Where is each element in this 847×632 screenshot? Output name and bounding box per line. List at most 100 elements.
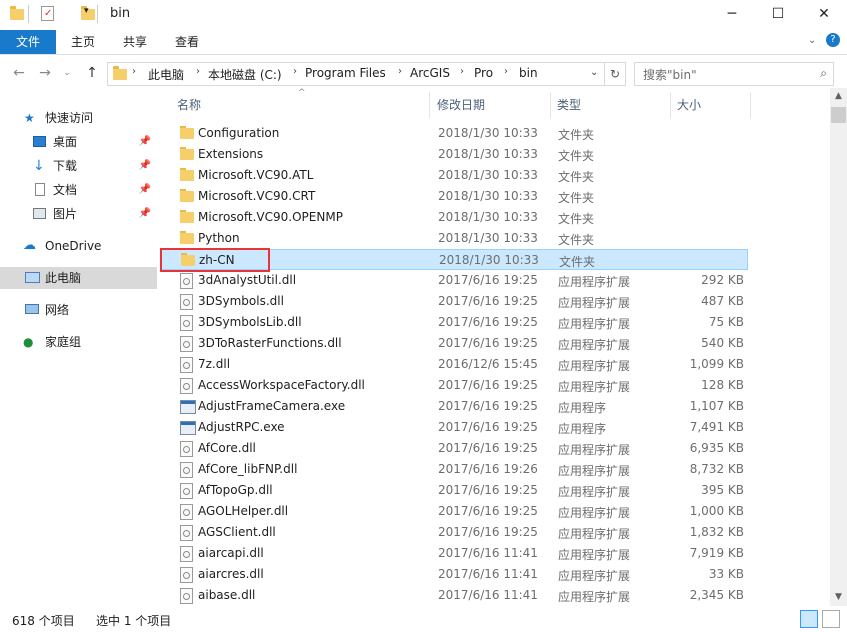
- breadcrumb-pro[interactable]: Pro: [474, 66, 493, 80]
- pin-icon[interactable]: 📌: [139, 155, 151, 177]
- column-name[interactable]: 名称: [177, 96, 201, 113]
- table-row[interactable]: aibase.dll 2017/6/16 11:41 应用程序扩展 2,345 KB: [160, 585, 748, 606]
- file-date: 2017/6/16 19:25: [438, 378, 538, 392]
- refresh-button[interactable]: ↻: [604, 62, 626, 86]
- chevron-right-icon[interactable]: ›: [132, 66, 136, 77]
- file-type: 应用程序扩展: [558, 548, 631, 562]
- maximize-button[interactable]: ☐: [755, 0, 801, 30]
- file-date: 2017/6/16 19:25: [438, 420, 538, 434]
- forward-button[interactable]: →: [35, 63, 55, 83]
- table-row[interactable]: AccessWorkspaceFactory.dll 2017/6/16 19:2…: [160, 375, 748, 396]
- tab-share[interactable]: 共享: [112, 30, 158, 54]
- tab-view[interactable]: 查看: [164, 30, 210, 54]
- table-row[interactable]: 3DSymbolsLib.dll 2017/6/16 19:25 应用程序扩展 75 …: [160, 312, 748, 333]
- table-row[interactable]: AGOLHelper.dll 2017/6/16 19:25 应用程序扩展 1,000…: [160, 501, 748, 522]
- expand-ribbon-icon[interactable]: ⌄: [808, 35, 816, 46]
- breadcrumb-bin[interactable]: bin: [519, 66, 538, 80]
- tab-home[interactable]: 主页: [60, 30, 106, 54]
- table-row[interactable]: AdjustRPC.exe 2017/6/16 19:25 应用程序 7,491 KB: [160, 417, 748, 438]
- nav-downloads[interactable]: ↓ 下载 📌: [0, 155, 157, 177]
- table-row[interactable]: Microsoft.VC90.OPENMP 2018/1/30 10:33 文件夹: [160, 207, 748, 228]
- vertical-scrollbar[interactable]: ▲ ▼: [830, 88, 847, 606]
- table-row[interactable]: AGSClient.dll 2017/6/16 19:25 应用程序扩展 1,832 …: [160, 522, 748, 543]
- breadcrumb-arcgis[interactable]: ArcGIS: [410, 66, 450, 80]
- column-divider[interactable]: [429, 92, 430, 118]
- nav-pictures[interactable]: 图片 📌: [0, 203, 157, 225]
- tab-file[interactable]: 文件: [0, 30, 56, 54]
- breadcrumb-program-files[interactable]: Program Files: [305, 66, 386, 80]
- up-button[interactable]: ↑: [82, 63, 102, 83]
- pin-icon[interactable]: 📌: [139, 131, 151, 153]
- customize-quick-access-icon[interactable]: ▾: [84, 6, 89, 24]
- chevron-right-icon[interactable]: ›: [196, 66, 200, 77]
- address-bar[interactable]: › 此电脑 › 本地磁盘 (C:) › Program Files › ArcG…: [107, 62, 605, 86]
- table-row[interactable]: AdjustFrameCamera.exe 2017/6/16 19:25 应用程序…: [160, 396, 748, 417]
- search-input[interactable]: 搜索"bin" ⌕: [634, 62, 834, 86]
- dll-file-icon: [180, 441, 193, 457]
- nav-network[interactable]: 网络: [0, 299, 157, 321]
- recent-locations-button[interactable]: ⌄: [57, 63, 77, 83]
- file-name: AdjustFrameCamera.exe: [198, 399, 346, 413]
- scroll-up-icon[interactable]: ▲: [830, 88, 847, 105]
- nav-desktop[interactable]: 桌面 📌: [0, 131, 157, 153]
- table-row[interactable]: Python 2018/1/30 10:33 文件夹: [160, 228, 748, 249]
- column-divider[interactable]: [750, 92, 751, 118]
- table-row[interactable]: 3DToRasterFunctions.dll 2017/6/16 19:25 应用…: [160, 333, 748, 354]
- nav-documents[interactable]: 文档 📌: [0, 179, 157, 201]
- table-row[interactable]: aiarcapi.dll 2017/6/16 11:41 应用程序扩展 7,919 K…: [160, 543, 748, 564]
- search-icon[interactable]: ⌕: [820, 66, 827, 81]
- nav-this-pc[interactable]: 此电脑: [0, 267, 157, 289]
- file-type: 应用程序扩展: [558, 569, 631, 583]
- file-name: 3DSymbolsLib.dll: [198, 315, 302, 329]
- nav-onedrive[interactable]: ☁ OneDrive: [0, 235, 157, 257]
- homegroup-icon: ●: [23, 335, 34, 349]
- help-icon[interactable]: ?: [826, 33, 840, 47]
- column-type[interactable]: 类型: [557, 96, 581, 113]
- table-row[interactable]: AfCore.dll 2017/6/16 19:25 应用程序扩展 6,935 KB: [160, 438, 748, 459]
- pin-icon[interactable]: 📌: [139, 203, 151, 225]
- column-date[interactable]: 修改日期: [437, 96, 485, 113]
- column-divider[interactable]: [550, 92, 551, 118]
- file-date: 2017/6/16 11:41: [438, 567, 538, 581]
- back-button[interactable]: ←: [9, 63, 29, 83]
- chevron-right-icon[interactable]: ›: [460, 66, 464, 77]
- breadcrumb-this-pc[interactable]: 此电脑: [148, 66, 184, 83]
- properties-icon[interactable]: ✓: [41, 6, 54, 21]
- scroll-thumb[interactable]: [831, 107, 846, 123]
- table-row[interactable]: Configuration 2018/1/30 10:33 文件夹: [160, 123, 748, 144]
- chevron-right-icon[interactable]: ›: [398, 66, 402, 77]
- folder-icon: [180, 168, 194, 181]
- table-row[interactable]: Extensions 2018/1/30 10:33 文件夹: [160, 144, 748, 165]
- pin-icon[interactable]: 📌: [139, 179, 151, 201]
- file-name: 3dAnalystUtil.dll: [198, 273, 297, 287]
- table-row[interactable]: AfTopoGp.dll 2017/6/16 19:25 应用程序扩展 395 KB: [160, 480, 748, 501]
- table-row[interactable]: Microsoft.VC90.ATL 2018/1/30 10:33 文件夹: [160, 165, 748, 186]
- table-row[interactable]: aiarcres.dll 2017/6/16 11:41 应用程序扩展 33 KB: [160, 564, 748, 585]
- table-row[interactable]: AfCore_libFNP.dll 2017/6/16 19:26 应用程序扩展 8,…: [160, 459, 748, 480]
- nav-quick-access[interactable]: ★ 快速访问: [0, 107, 157, 129]
- application-icon: [180, 400, 196, 414]
- selected-count: 选中 1 个项目: [96, 614, 172, 628]
- table-row[interactable]: 3DSymbols.dll 2017/6/16 19:25 应用程序扩展 487 KB: [160, 291, 748, 312]
- file-size: 7,491 KB: [689, 420, 744, 434]
- nav-homegroup[interactable]: ● 家庭组: [0, 331, 157, 353]
- chevron-right-icon[interactable]: ›: [293, 66, 297, 77]
- table-row[interactable]: 3dAnalystUtil.dll 2017/6/16 19:25 应用程序扩展 29…: [160, 270, 748, 291]
- sort-ascending-icon: ^: [298, 88, 306, 98]
- breadcrumb-local-disk[interactable]: 本地磁盘 (C:): [208, 66, 282, 83]
- details-view-icon[interactable]: [800, 610, 818, 628]
- file-date: 2018/1/30 10:33: [438, 126, 538, 140]
- large-icons-view-icon[interactable]: [822, 610, 840, 628]
- minimize-button[interactable]: ─: [709, 0, 755, 30]
- address-dropdown-icon[interactable]: ⌄: [590, 67, 598, 78]
- file-size: 540 KB: [701, 336, 744, 350]
- table-row[interactable]: 7z.dll 2016/12/6 15:45 应用程序扩展 1,099 KB: [160, 354, 748, 375]
- dll-file-icon: [180, 294, 193, 310]
- chevron-right-icon[interactable]: ›: [504, 66, 508, 77]
- annotation-highlight: [160, 248, 270, 272]
- column-size[interactable]: 大小: [677, 96, 701, 113]
- scroll-down-icon[interactable]: ▼: [830, 589, 847, 606]
- column-divider[interactable]: [670, 92, 671, 118]
- close-button[interactable]: ✕: [801, 0, 847, 30]
- table-row[interactable]: Microsoft.VC90.CRT 2018/1/30 10:33 文件夹: [160, 186, 748, 207]
